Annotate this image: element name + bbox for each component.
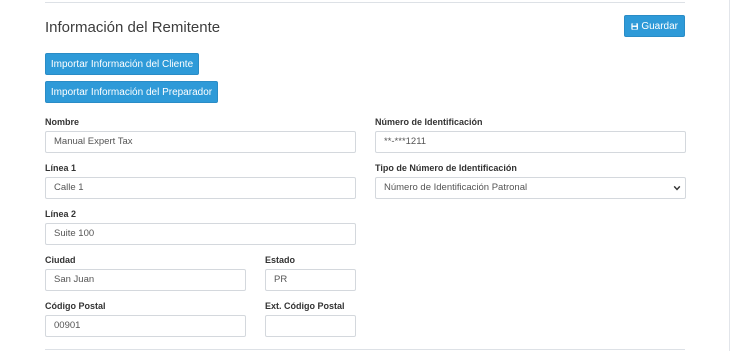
linea1-field[interactable]: Calle 1 xyxy=(45,177,356,199)
nombre-label: Nombre xyxy=(45,117,80,127)
ext-codigo-postal-label: Ext. Código Postal xyxy=(265,301,345,311)
estado-label: Estado xyxy=(265,255,296,265)
save-button-label: Guardar xyxy=(641,20,678,32)
ext-codigo-postal-field[interactable] xyxy=(265,315,356,337)
linea1-label: Línea 1 xyxy=(45,163,77,173)
section-title: Información del Remitente xyxy=(45,19,221,36)
numero-identificacion-field[interactable]: **-***1211 xyxy=(375,131,686,153)
import-preparer-label: Importar Información del Preparador xyxy=(50,86,213,98)
tipo-identificacion-value: Número de Identificación Patronal xyxy=(384,182,528,193)
tipo-identificacion-label: Tipo de Número de Identificación xyxy=(375,163,517,173)
chevron-down-icon xyxy=(673,185,681,191)
codigo-postal-label: Código Postal xyxy=(45,301,106,311)
numero-identificacion-label: Número de Identificación xyxy=(375,117,483,127)
panel-bottom-border xyxy=(45,349,685,350)
import-client-label: Importar Información del Cliente xyxy=(50,58,194,70)
panel-top-border xyxy=(45,2,685,3)
ciudad-field[interactable]: San Juan xyxy=(45,269,246,291)
panel-right-border xyxy=(729,0,730,351)
floppy-disk-icon xyxy=(631,22,638,30)
linea2-label: Línea 2 xyxy=(45,209,77,219)
nombre-field[interactable]: Manual Expert Tax xyxy=(45,131,356,153)
import-client-button[interactable]: Importar Información del Cliente xyxy=(45,53,199,75)
tipo-identificacion-select[interactable]: Número de Identificación Patronal xyxy=(375,177,686,199)
ciudad-label: Ciudad xyxy=(45,255,76,265)
codigo-postal-field[interactable]: 00901 xyxy=(45,315,246,337)
save-button[interactable]: Guardar xyxy=(624,15,685,37)
import-preparer-button[interactable]: Importar Información del Preparador xyxy=(45,81,218,103)
linea2-field[interactable]: Suite 100 xyxy=(45,223,356,245)
estado-field[interactable]: PR xyxy=(265,269,356,291)
